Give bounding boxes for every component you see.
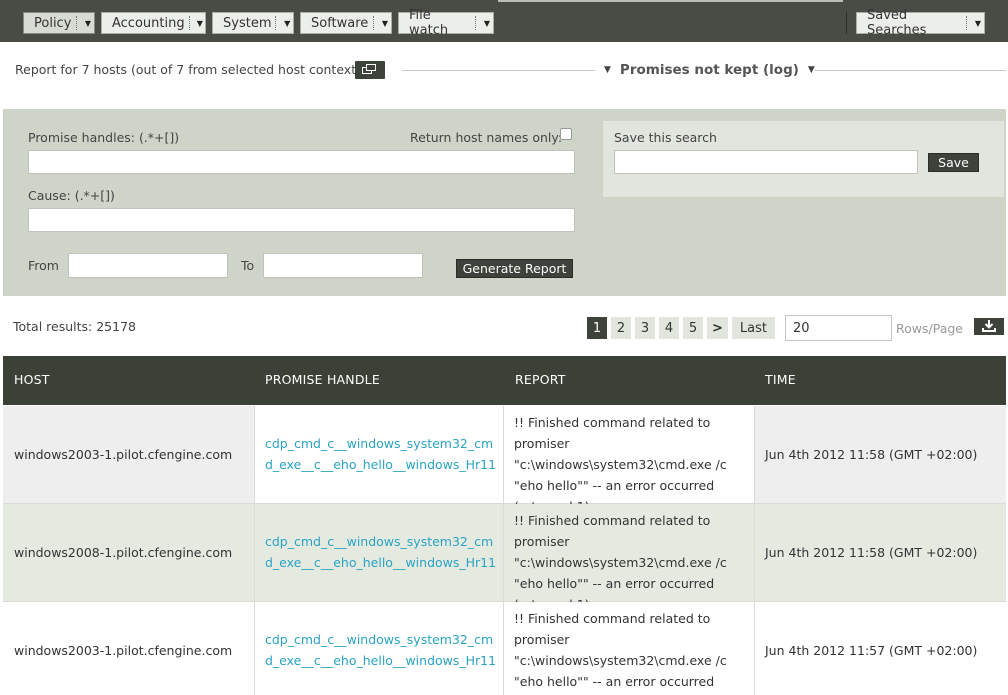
- download-icon: [982, 320, 996, 332]
- page-1-button[interactable]: 1: [587, 317, 607, 339]
- triangle-down-icon: ▼: [604, 65, 611, 75]
- time-cell: Jun 4th 2012 11:58 (GMT +02:00): [765, 447, 978, 462]
- chevron-down-icon: ▼: [284, 18, 291, 28]
- from-date-input[interactable]: [68, 253, 228, 278]
- top-nav: Policy ▼ Accounting ▼ System ▼ Software …: [0, 0, 1008, 42]
- nav-system-button[interactable]: System ▼: [212, 12, 294, 34]
- save-search-input[interactable]: [614, 150, 918, 174]
- nav-system-label: System: [223, 15, 272, 31]
- promise-handles-label: Promise handles: (.*+[]): [28, 130, 180, 145]
- return-hosts-checkbox[interactable]: [560, 128, 572, 140]
- to-date-input[interactable]: [263, 253, 423, 278]
- triangle-down-icon: ▼: [807, 65, 815, 75]
- last-page-button[interactable]: Last: [731, 317, 775, 339]
- report-cell: !! Finished command related to promiser …: [514, 611, 727, 689]
- nav-notch: [498, 0, 843, 2]
- page-3-button[interactable]: 3: [635, 317, 655, 339]
- nav-filewatch-button[interactable]: File watch ▼: [398, 8, 494, 38]
- total-results: Total results: 25178: [13, 319, 136, 334]
- report-type-selector[interactable]: ▼ Promises not kept (log) ▼: [604, 62, 815, 78]
- save-button[interactable]: Save: [928, 153, 979, 172]
- time-cell: Jun 4th 2012 11:57 (GMT +02:00): [765, 643, 978, 658]
- nav-software-label: Software: [311, 15, 369, 31]
- nav-accounting-label: Accounting: [112, 15, 185, 31]
- promise-handle-link[interactable]: cdp_cmd_c__windows_system32_cmd_exe__c__…: [265, 531, 500, 573]
- host-cell: windows2008-1.pilot.cfengine.com: [14, 545, 233, 560]
- chevron-down-icon: ▼: [381, 18, 389, 28]
- page-2-button[interactable]: 2: [611, 317, 631, 339]
- divider: [815, 70, 1006, 71]
- table-row: windows2003-1.pilot.cfengine.com cdp_cmd…: [3, 602, 1006, 695]
- table-header: HOST PROMISE HANDLE REPORT TIME: [3, 356, 1006, 405]
- rows-per-page-label: Rows/Page: [896, 321, 963, 336]
- header-time[interactable]: TIME: [765, 372, 796, 387]
- nav-software-button[interactable]: Software ▼: [300, 12, 392, 34]
- divider: [402, 70, 595, 71]
- chevron-down-icon: ▼: [483, 18, 491, 28]
- pagination: 1 2 3 4 5 > Last: [587, 317, 775, 339]
- generate-report-button[interactable]: Generate Report: [456, 259, 573, 278]
- promise-handles-input[interactable]: [28, 150, 575, 174]
- from-label: From: [28, 258, 59, 273]
- promise-handle-link[interactable]: cdp_cmd_c__windows_system32_cmd_exe__c__…: [265, 629, 500, 671]
- host-cell: windows2003-1.pilot.cfengine.com: [14, 643, 233, 658]
- nav-accounting-button[interactable]: Accounting ▼: [101, 12, 206, 34]
- download-button[interactable]: [974, 318, 1004, 335]
- report-cell: !! Finished command related to promiser …: [514, 513, 727, 612]
- nav-policy-button[interactable]: Policy ▼: [23, 12, 95, 34]
- saved-searches-button[interactable]: Saved Searches ▼: [856, 8, 985, 38]
- nav-filewatch-label: File watch: [409, 8, 449, 38]
- nav-policy-label: Policy: [34, 15, 72, 31]
- report-summary: Report for 7 hosts (out of 7 from select…: [15, 62, 361, 77]
- promise-handle-link[interactable]: cdp_cmd_c__windows_system32_cmd_exe__c__…: [265, 433, 500, 475]
- cause-label: Cause: (.*+[]): [28, 188, 115, 203]
- page-5-button[interactable]: 5: [683, 317, 703, 339]
- saved-searches-label: Saved Searches: [867, 8, 927, 38]
- to-label: To: [241, 258, 255, 273]
- return-hosts-label: Return host names only:: [410, 130, 563, 145]
- table-row: windows2008-1.pilot.cfengine.com cdp_cmd…: [3, 504, 1006, 612]
- chevron-down-icon: ▼: [84, 18, 92, 28]
- save-search-label: Save this search: [614, 130, 717, 145]
- header-report[interactable]: REPORT: [515, 372, 566, 387]
- chevron-down-icon: ▼: [196, 18, 203, 28]
- report-cell: !! Finished command related to promiser …: [514, 415, 727, 514]
- cause-input[interactable]: [28, 208, 575, 232]
- header-host[interactable]: HOST: [14, 372, 50, 387]
- page-4-button[interactable]: 4: [659, 317, 679, 339]
- rows-per-page-input[interactable]: 20: [785, 315, 892, 341]
- table-row: windows2003-1.pilot.cfengine.com cdp_cmd…: [3, 406, 1006, 514]
- chevron-down-icon: ▼: [974, 18, 982, 28]
- next-page-button[interactable]: >: [707, 317, 728, 339]
- host-cell: windows2003-1.pilot.cfengine.com: [14, 447, 233, 462]
- time-cell: Jun 4th 2012 11:58 (GMT +02:00): [765, 545, 978, 560]
- report-type-label: Promises not kept (log): [619, 62, 799, 78]
- header-promise-handle[interactable]: PROMISE HANDLE: [265, 372, 380, 387]
- host-context-button[interactable]: [355, 61, 385, 79]
